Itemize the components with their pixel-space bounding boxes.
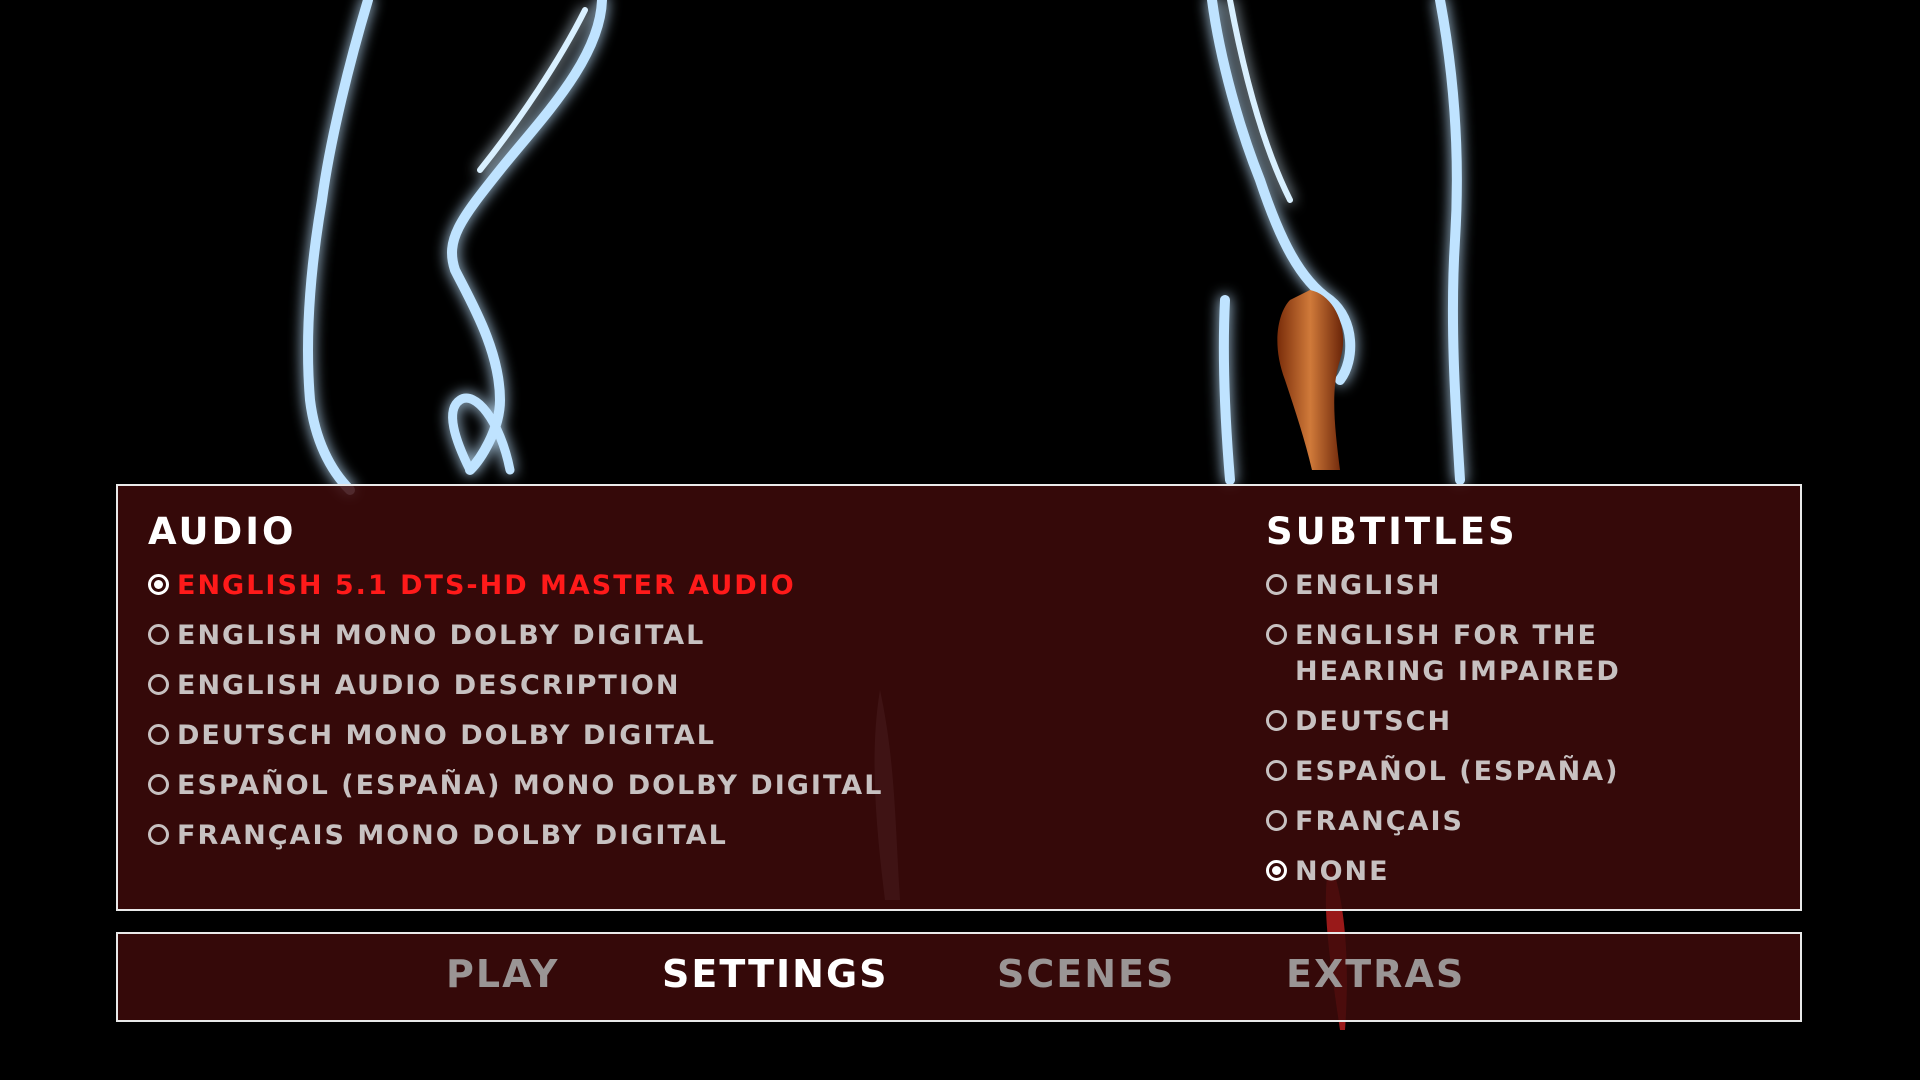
subtitle-options-list: ENGLISH ENGLISH FOR THE HEARING IMPAIRED…: [1266, 568, 1621, 904]
subtitle-option-english-hearing-impaired[interactable]: ENGLISH FOR THE HEARING IMPAIRED: [1266, 618, 1621, 690]
radio-button-icon: [1266, 710, 1287, 731]
radio-button-icon: [148, 774, 169, 795]
audio-option-english-audio-description[interactable]: ENGLISH AUDIO DESCRIPTION: [148, 668, 883, 704]
audio-option-label: ENGLISH AUDIO DESCRIPTION: [177, 670, 681, 701]
subtitle-option-francais[interactable]: FRANÇAIS: [1266, 804, 1621, 840]
radio-button-icon: [1266, 574, 1287, 595]
subtitle-option-none[interactable]: NONE: [1266, 854, 1621, 890]
subtitle-option-deutsch[interactable]: DEUTSCH: [1266, 704, 1621, 740]
audio-option-francais-mono[interactable]: FRANÇAIS MONO DOLBY DIGITAL: [148, 818, 883, 854]
radio-button-icon: [148, 674, 169, 695]
audio-option-espanol-mono[interactable]: ESPAÑOL (ESPAÑA) MONO DOLBY DIGITAL: [148, 768, 883, 804]
menu-scenes[interactable]: SCENES: [997, 952, 1175, 996]
audio-options-list: ENGLISH 5.1 DTS-HD MASTER AUDIO ENGLISH …: [148, 568, 883, 868]
subtitle-option-label: DEUTSCH: [1295, 706, 1453, 737]
subtitle-option-label: NONE: [1295, 856, 1390, 887]
audio-option-label: DEUTSCH MONO DOLBY DIGITAL: [177, 720, 716, 751]
axe-handle: [1277, 290, 1344, 470]
silhouette-outline: [303, 0, 1465, 495]
audio-option-english-mono[interactable]: ENGLISH MONO DOLBY DIGITAL: [148, 618, 883, 654]
main-menu-bar: PLAY SETTINGS SCENES EXTRAS: [116, 932, 1802, 1022]
radio-button-icon: [148, 624, 169, 645]
subtitle-option-label: ENGLISH FOR THE HEARING IMPAIRED: [1295, 620, 1621, 687]
radio-button-icon: [1266, 810, 1287, 831]
audio-option-english-dts-hd[interactable]: ENGLISH 5.1 DTS-HD MASTER AUDIO: [148, 568, 883, 604]
radio-button-icon: [148, 724, 169, 745]
audio-option-label: FRANÇAIS MONO DOLBY DIGITAL: [177, 820, 728, 851]
subtitle-option-english[interactable]: ENGLISH: [1266, 568, 1621, 604]
audio-section-title: AUDIO: [148, 510, 297, 553]
radio-button-icon: [148, 574, 169, 595]
menu-play[interactable]: PLAY: [446, 952, 559, 996]
settings-panel: AUDIO ENGLISH 5.1 DTS-HD MASTER AUDIO EN…: [116, 484, 1802, 911]
subtitle-option-label: ESPAÑOL (ESPAÑA): [1295, 756, 1620, 787]
subtitle-option-espanol[interactable]: ESPAÑOL (ESPAÑA): [1266, 754, 1621, 790]
radio-button-icon: [1266, 860, 1287, 881]
menu-settings[interactable]: SETTINGS: [662, 952, 889, 996]
audio-option-label: ESPAÑOL (ESPAÑA) MONO DOLBY DIGITAL: [177, 770, 884, 801]
audio-option-deutsch-mono[interactable]: DEUTSCH MONO DOLBY DIGITAL: [148, 718, 883, 754]
audio-option-label: ENGLISH 5.1 DTS-HD MASTER AUDIO: [177, 570, 796, 601]
subtitle-option-label: ENGLISH: [1295, 570, 1442, 601]
audio-option-label: ENGLISH MONO DOLBY DIGITAL: [177, 620, 706, 651]
subtitle-option-label: FRANÇAIS: [1295, 806, 1464, 837]
subtitles-section-title: SUBTITLES: [1266, 510, 1518, 553]
radio-button-icon: [1266, 760, 1287, 781]
radio-button-icon: [148, 824, 169, 845]
menu-extras[interactable]: EXTRAS: [1286, 952, 1465, 996]
radio-button-icon: [1266, 624, 1287, 645]
